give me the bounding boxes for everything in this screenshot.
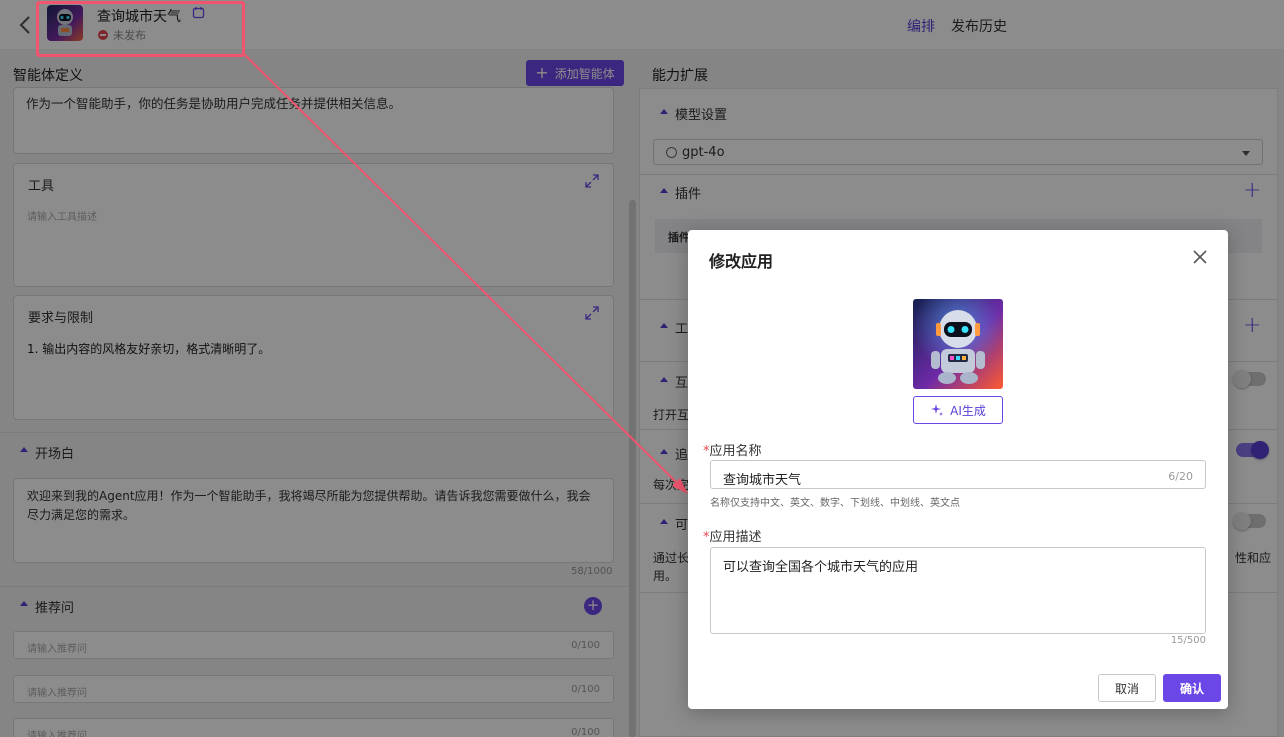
edit-app-modal: 修改应用 AI生成 *应用名称 查询城市天气 6/20 名称仅支持中文、英文、数… bbox=[688, 230, 1228, 709]
modal-title: 修改应用 bbox=[709, 252, 774, 271]
name-hint: 名称仅支持中文、英文、数字、下划线、中划线、英文点 bbox=[710, 498, 960, 509]
app-desc-value: 可以查询全国各个城市天气的应用 bbox=[723, 560, 919, 575]
app-desc-textarea[interactable]: 可以查询全国各个城市天气的应用 bbox=[710, 547, 1206, 634]
app-name-input[interactable]: 查询城市天气 6/20 bbox=[710, 460, 1206, 489]
app-avatar-large[interactable] bbox=[913, 299, 1003, 389]
app-desc-counter: 15/500 bbox=[1170, 635, 1206, 646]
ai-generate-button[interactable]: AI生成 bbox=[913, 396, 1003, 424]
desc-field-label: *应用描述 bbox=[703, 530, 762, 545]
ai-generate-label: AI生成 bbox=[950, 403, 986, 418]
close-icon[interactable] bbox=[1192, 249, 1208, 265]
app-name-counter: 6/20 bbox=[1168, 470, 1193, 483]
name-field-label: *应用名称 bbox=[703, 444, 762, 459]
sparkle-icon bbox=[931, 404, 944, 416]
cancel-button[interactable]: 取消 bbox=[1098, 674, 1156, 702]
app-name-value: 查询城市天气 bbox=[723, 473, 802, 488]
confirm-button[interactable]: 确认 bbox=[1163, 674, 1221, 702]
